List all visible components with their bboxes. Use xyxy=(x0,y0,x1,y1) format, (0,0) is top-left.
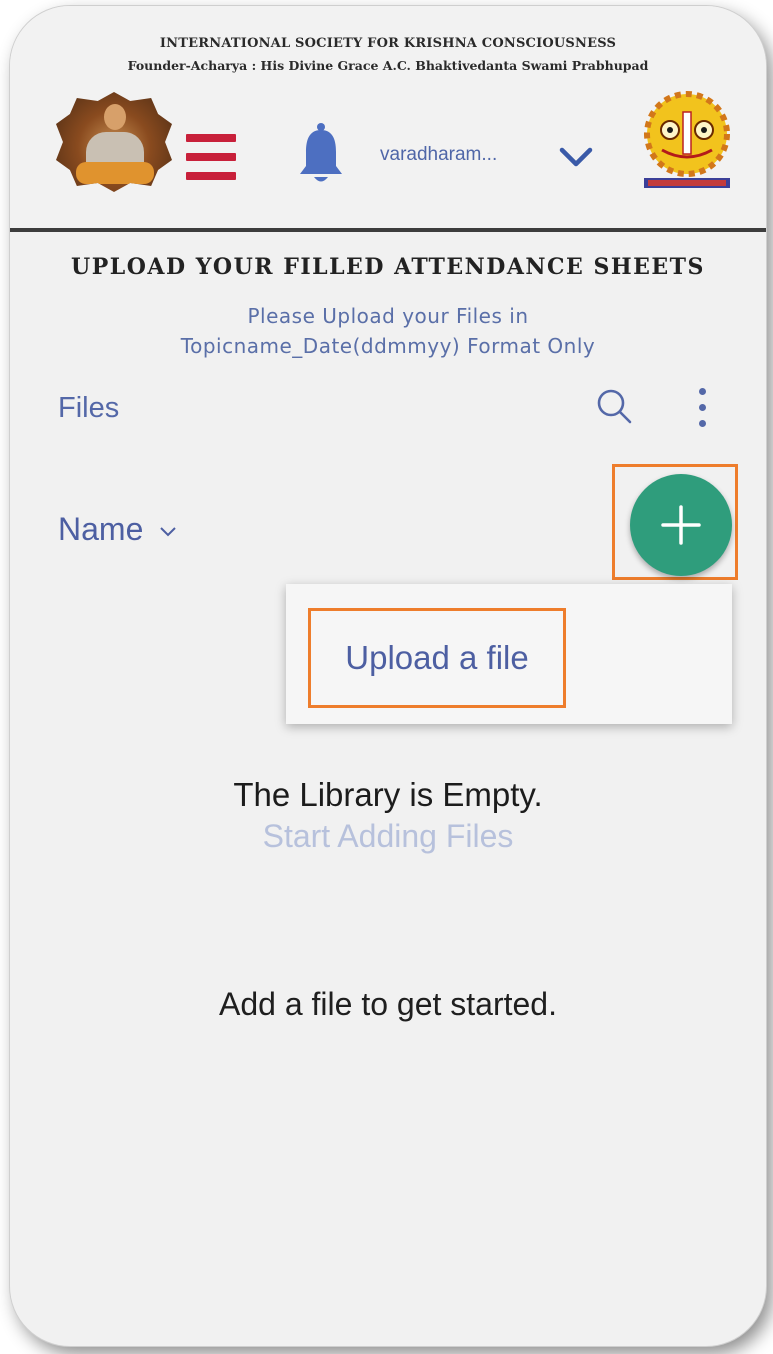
sort-label: Name xyxy=(58,511,144,547)
temple-logo xyxy=(642,90,732,190)
sort-chevron-icon xyxy=(160,526,176,536)
app-header: INTERNATIONAL SOCIETY FOR KRISHNA CONSCI… xyxy=(10,6,766,232)
notification-bell-icon[interactable] xyxy=(298,122,344,186)
sort-by-name-button[interactable]: Name xyxy=(58,511,178,548)
more-options-icon[interactable] xyxy=(692,384,712,430)
phone-frame: INTERNATIONAL SOCIETY FOR KRISHNA CONSCI… xyxy=(10,6,766,1346)
founder-line: Founder-Acharya : His Divine Grace A.C. … xyxy=(127,58,649,73)
files-heading: Files xyxy=(58,392,120,424)
org-name: INTERNATIONAL SOCIETY FOR KRISHNA CONSCI… xyxy=(159,36,617,51)
empty-library-subtitle: Start Adding Files xyxy=(262,818,514,854)
user-name[interactable]: varadharam... xyxy=(380,144,497,166)
empty-library-title: The Library is Empty. xyxy=(233,776,543,813)
chevron-down-icon[interactable] xyxy=(558,142,594,170)
menu-icon[interactable] xyxy=(186,134,236,180)
upload-hint-line2: Topicname_Date(ddmmyy) Format Only xyxy=(180,334,596,358)
add-file-button[interactable] xyxy=(630,474,732,576)
upload-option-highlight: Upload a file xyxy=(308,608,566,708)
plus-icon xyxy=(661,505,701,545)
founder-portrait xyxy=(56,92,172,192)
page-title: UPLOAD YOUR FILLED ATTENDANCE SHEETS xyxy=(71,254,705,280)
get-started-message: Add a file to get started. xyxy=(219,986,557,1022)
add-menu-popup: Upload a file xyxy=(286,584,732,724)
search-icon[interactable] xyxy=(596,388,632,424)
upload-hint-line1: Please Upload your Files in xyxy=(247,304,529,328)
upload-file-menu-item[interactable]: Upload a file xyxy=(311,611,563,705)
